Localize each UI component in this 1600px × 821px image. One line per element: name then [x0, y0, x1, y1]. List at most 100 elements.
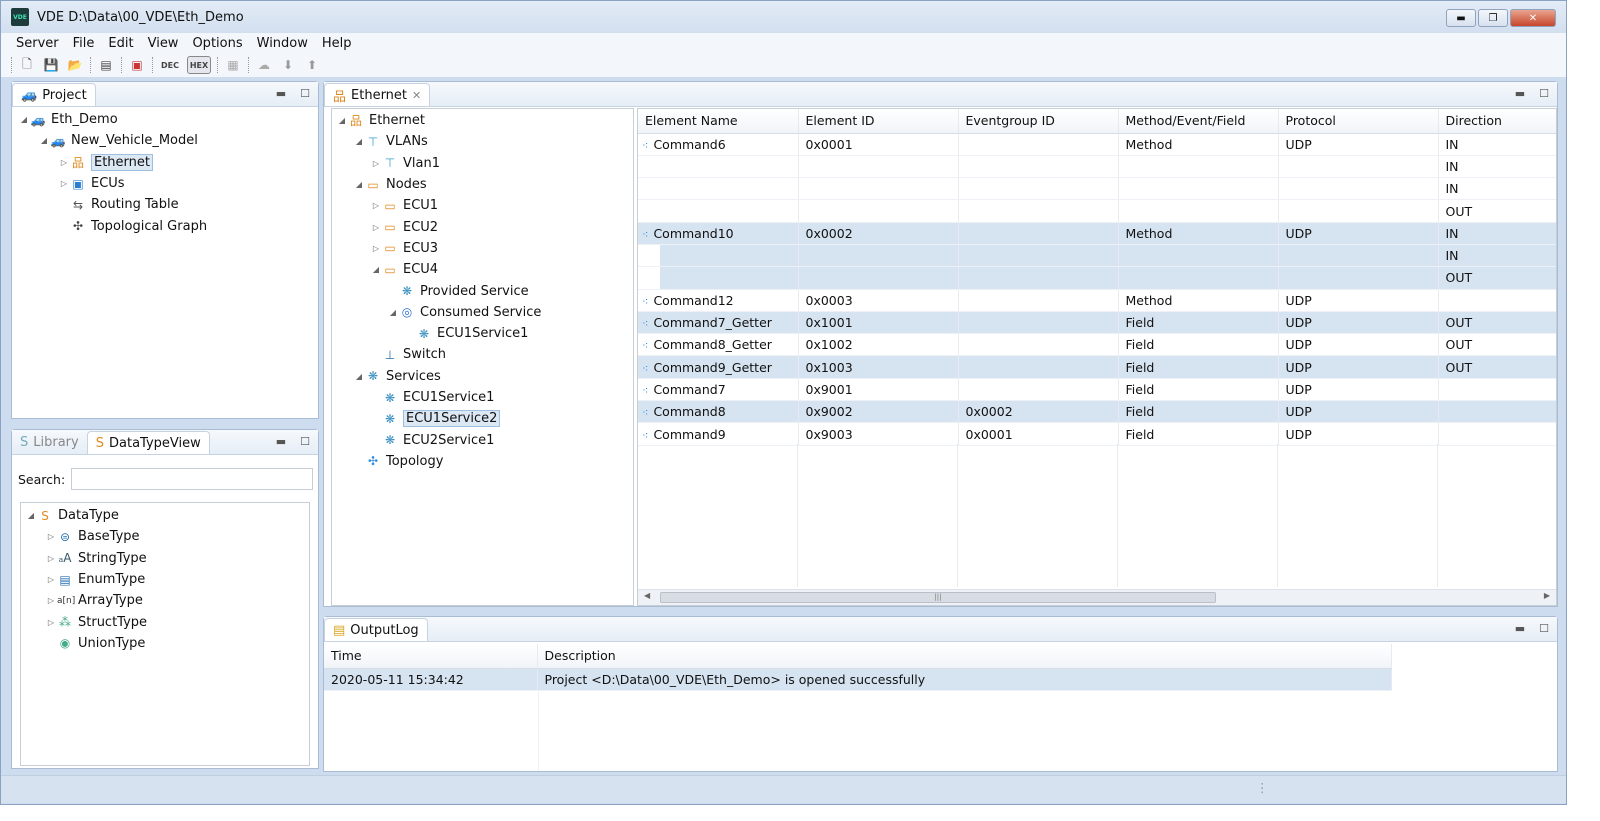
tab-datatypeview[interactable]: S DataTypeView	[86, 431, 210, 454]
table-row[interactable]: OUT	[638, 266, 1556, 290]
table-row[interactable]: IN	[638, 244, 1556, 268]
dec-button[interactable]: DEC	[159, 56, 181, 74]
tab-project[interactable]: 🚙 Project	[12, 83, 96, 106]
collapse-icon[interactable]: ◢	[353, 180, 365, 189]
minimize-icon[interactable]: ▬	[276, 435, 286, 448]
table-row[interactable]: ⁖ Command10 0x0002 Method UDP IN	[638, 222, 1556, 245]
table-row[interactable]: ⁖ Command9 0x9003 0x0001 Field UDP	[638, 422, 1556, 446]
table-row[interactable]: ⁖ Command7_Getter 0x1001 Field UDP OUT	[638, 311, 1556, 335]
collapse-icon[interactable]: ◢	[25, 511, 37, 520]
table-row[interactable]: ⁖ Command7 0x9001 Field UDP	[638, 378, 1556, 402]
menu-server[interactable]: Server	[9, 36, 66, 51]
menu-window[interactable]: Window	[250, 36, 315, 51]
tree-node[interactable]: ❋ ECU1Service2	[336, 408, 541, 429]
menu-options[interactable]: Options	[185, 36, 249, 51]
tree-node[interactable]: ◢ 🚙 New_Vehicle_Model	[18, 130, 207, 151]
expand-icon[interactable]: ▷	[45, 596, 57, 605]
collapse-icon[interactable]: ◢	[38, 136, 50, 145]
tree-node[interactable]: ❋ ECU2Service1	[336, 429, 541, 450]
column-header[interactable]: Eventgroup ID	[958, 109, 1119, 134]
expand-icon[interactable]: ▷	[370, 244, 382, 253]
table-row[interactable]: ⁖ Command9_Getter 0x1003 Field UDP OUT	[638, 355, 1556, 379]
column-header[interactable]: Protocol	[1278, 109, 1439, 134]
menu-edit[interactable]: Edit	[101, 36, 140, 51]
tree-node[interactable]: ❋ Provided Service	[336, 280, 541, 301]
column-header-time[interactable]: Time	[324, 644, 538, 669]
expand-icon[interactable]: ▷	[45, 554, 57, 563]
tree-node[interactable]: ✣ Topology	[336, 451, 541, 472]
maximize-icon[interactable]: ☐	[300, 87, 310, 100]
minimize-button[interactable]: ▬	[1446, 9, 1476, 27]
maximize-icon[interactable]: ☐	[300, 435, 310, 448]
collapse-icon[interactable]: ◢	[353, 372, 365, 381]
collapse-icon[interactable]: ◢	[353, 137, 365, 146]
tree-node[interactable]: ◢ ◎ Consumed Service	[336, 302, 541, 323]
column-header[interactable]: Method/Event/Field	[1118, 109, 1279, 134]
expand-icon[interactable]: ▷	[45, 618, 57, 627]
open-folder-icon[interactable]: 📂	[66, 56, 84, 74]
expand-icon[interactable]: ▷	[58, 179, 70, 188]
tab-ethernet[interactable]: 品 Ethernet ✕	[324, 83, 431, 106]
tree-node[interactable]: ◢ 🚙 Eth_Demo	[18, 109, 207, 130]
tree-node[interactable]: ❋ ECU1Service1	[336, 387, 541, 408]
expand-icon[interactable]: ▷	[370, 201, 382, 210]
expand-icon[interactable]: ▷	[370, 159, 382, 168]
tree-node[interactable]: ▷ ₐA StringType	[25, 548, 147, 569]
new-file-icon[interactable]: 🗋	[18, 56, 36, 74]
tab-outputlog[interactable]: ▤ OutputLog	[324, 618, 428, 641]
download-icon[interactable]: ⬇	[279, 56, 297, 74]
tree-node[interactable]: ▷ a[n] ArrayType	[25, 590, 147, 611]
menu-file[interactable]: File	[66, 36, 102, 51]
tree-node[interactable]: ▷ ⊤ Vlan1	[336, 153, 541, 174]
tree-node[interactable]: ⇆ Routing Table	[18, 194, 207, 215]
tree-node[interactable]: ◢ ▭ ECU4	[336, 259, 541, 280]
table-row[interactable]: IN	[638, 177, 1556, 201]
restore-button[interactable]: ❐	[1478, 9, 1508, 27]
expand-icon[interactable]: ▷	[370, 223, 382, 232]
table-row[interactable]: ⁖ Command8 0x9002 0x0002 Field UDP	[638, 400, 1556, 424]
expand-icon[interactable]: ▷	[58, 158, 70, 167]
table-row[interactable]: IN	[638, 155, 1556, 179]
document-icon[interactable]: ▤	[97, 56, 115, 74]
table-row[interactable]: ⁖ Command12 0x0003 Method UDP	[638, 289, 1556, 312]
import-icon[interactable]: ▦	[224, 56, 242, 74]
tree-node[interactable]: ◢ S DataType	[25, 505, 147, 526]
tree-node[interactable]: ◢ ⊤ VLANs	[336, 131, 541, 152]
horizontal-scrollbar[interactable]: ◀ ||| ▶	[638, 589, 1556, 605]
tree-node[interactable]: ❋ ECU1Service1	[336, 323, 541, 344]
tree-node[interactable]: ▷ 品 Ethernet	[18, 152, 207, 173]
minimize-icon[interactable]: ▬	[1515, 87, 1525, 100]
column-header[interactable]: Element ID	[798, 109, 959, 134]
expand-icon[interactable]: ▷	[45, 575, 57, 584]
menu-help[interactable]: Help	[315, 36, 359, 51]
close-button[interactable]: ✕	[1510, 9, 1556, 27]
tree-node[interactable]: ▷ ▣ ECUs	[18, 173, 207, 194]
tab-library[interactable]: S Library	[12, 431, 87, 454]
tree-node[interactable]: ▷ ▤ EnumType	[25, 569, 147, 590]
tree-node[interactable]: ⊥ Switch	[336, 344, 541, 365]
tree-node[interactable]: ◉ UnionType	[25, 633, 147, 654]
upload-icon[interactable]: ⬆	[303, 56, 321, 74]
minimize-icon[interactable]: ▬	[276, 87, 286, 100]
tree-node[interactable]: ▷ ⊜ BaseType	[25, 526, 147, 547]
tree-node[interactable]: ◢ ▭ Nodes	[336, 174, 541, 195]
close-tab-icon[interactable]: ✕	[412, 89, 421, 102]
column-header[interactable]: Element Name	[638, 109, 799, 134]
maximize-icon[interactable]: ☐	[1539, 622, 1549, 635]
table-row[interactable]: ⁖ Command6 0x0001 Method UDP IN	[638, 133, 1556, 156]
collapse-icon[interactable]: ◢	[18, 115, 30, 124]
tree-node[interactable]: ◢ 品 Ethernet	[336, 110, 541, 131]
tree-node[interactable]: ▷ ▭ ECU3	[336, 238, 541, 259]
tree-node[interactable]: ▷ ⁂ StructType	[25, 611, 147, 632]
minimize-icon[interactable]: ▬	[1515, 622, 1525, 635]
collapse-icon[interactable]: ◢	[387, 308, 399, 317]
maximize-icon[interactable]: ☐	[1539, 87, 1549, 100]
table-row[interactable]: ⁖ Command8_Getter 0x1002 Field UDP OUT	[638, 333, 1556, 357]
save-icon[interactable]: 💾	[42, 56, 60, 74]
log-row[interactable]: 2020-05-11 15:34:42 Project <D:\Data\00_V…	[324, 668, 1392, 691]
collapse-icon[interactable]: ◢	[336, 116, 348, 125]
window-icon[interactable]: ▣	[128, 56, 146, 74]
tree-node[interactable]: ◢ ❋ Services	[336, 366, 541, 387]
column-header[interactable]: Direction	[1438, 109, 1556, 134]
tree-node[interactable]: ▷ ▭ ECU1	[336, 195, 541, 216]
